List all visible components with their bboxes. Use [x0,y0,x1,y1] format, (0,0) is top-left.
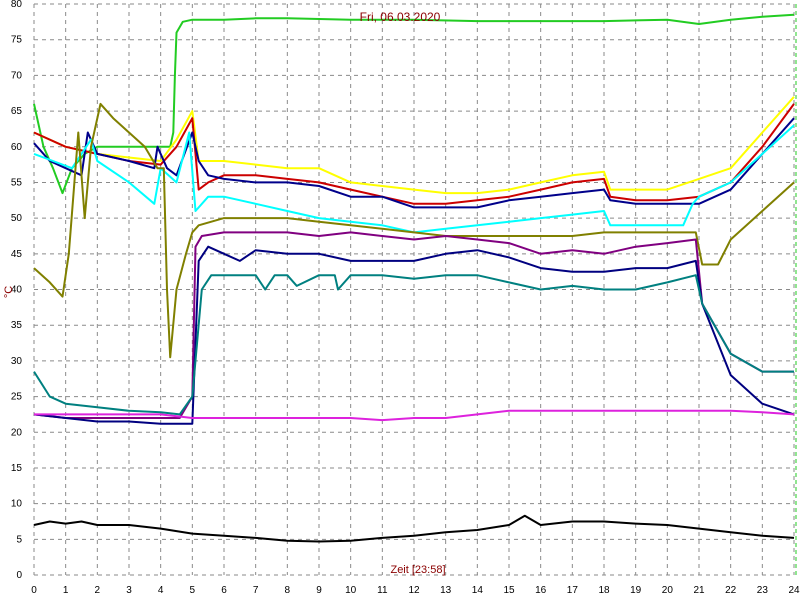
x-tick-label: 16 [535,585,547,596]
y-tick-label: 65 [11,106,23,117]
y-tick-label: 55 [11,177,23,188]
x-tick-label: 17 [567,585,579,596]
x-tick-label: 5 [190,585,196,596]
y-tick-label: 20 [11,427,23,438]
x-tick-label: 21 [693,585,705,596]
temperature-line-chart: 05101520253035404550556065707580 0123456… [3,0,800,596]
x-tick-label: 0 [31,585,37,596]
x-tick-label: 4 [158,585,164,596]
y-tick-label: 70 [11,70,23,81]
x-tick-label: 6 [221,585,227,596]
x-tick-label: 9 [316,585,322,596]
y-tick-label: 10 [11,499,23,510]
y-tick-label: 5 [16,534,22,545]
y-tick-label: 80 [11,0,23,10]
x-tick-label: 24 [788,585,800,596]
x-tick-label: 11 [377,585,388,596]
y-tick-label: 35 [11,320,23,331]
x-tick-label: 18 [598,585,610,596]
y-tick-label: 25 [11,392,23,403]
x-tick-label: 12 [408,585,420,596]
x-tick-label: 14 [472,585,484,596]
x-tick-label: 3 [126,585,132,596]
y-tick-label: 30 [11,356,23,367]
y-tick-label: 0 [16,570,22,581]
y-tick-label: 60 [11,142,23,153]
y-axis-label: °C [3,286,15,298]
x-tick-label: 2 [95,585,101,596]
x-tick-label: 1 [63,585,69,596]
y-tick-label: 15 [11,463,23,474]
x-tick-label: 7 [253,585,259,596]
x-tick-label: 22 [725,585,737,596]
x-tick-label: 15 [503,585,515,596]
y-tick-label: 45 [11,249,23,260]
x-tick-label: 8 [285,585,291,596]
y-tick-label: 50 [11,213,23,224]
x-tick-label: 19 [630,585,642,596]
chart-title: Fri, 06.03.2020 [360,10,441,24]
x-tick-label: 20 [662,585,674,596]
x-tick-label: 23 [757,585,769,596]
series-line-9 [33,274,794,416]
x-tick-label: 13 [440,585,452,596]
y-tick-label: 75 [11,35,23,46]
chart-grid [33,3,797,576]
x-axis-label: Zeit [23:58] [390,564,445,576]
x-tick-label: 10 [345,585,357,596]
x-axis-ticks: 0 1 2 3 4 5 6 7 8 9 10 11 12 13 14 15 16 17 18 19 20 21 22 23 24 [31,585,800,596]
